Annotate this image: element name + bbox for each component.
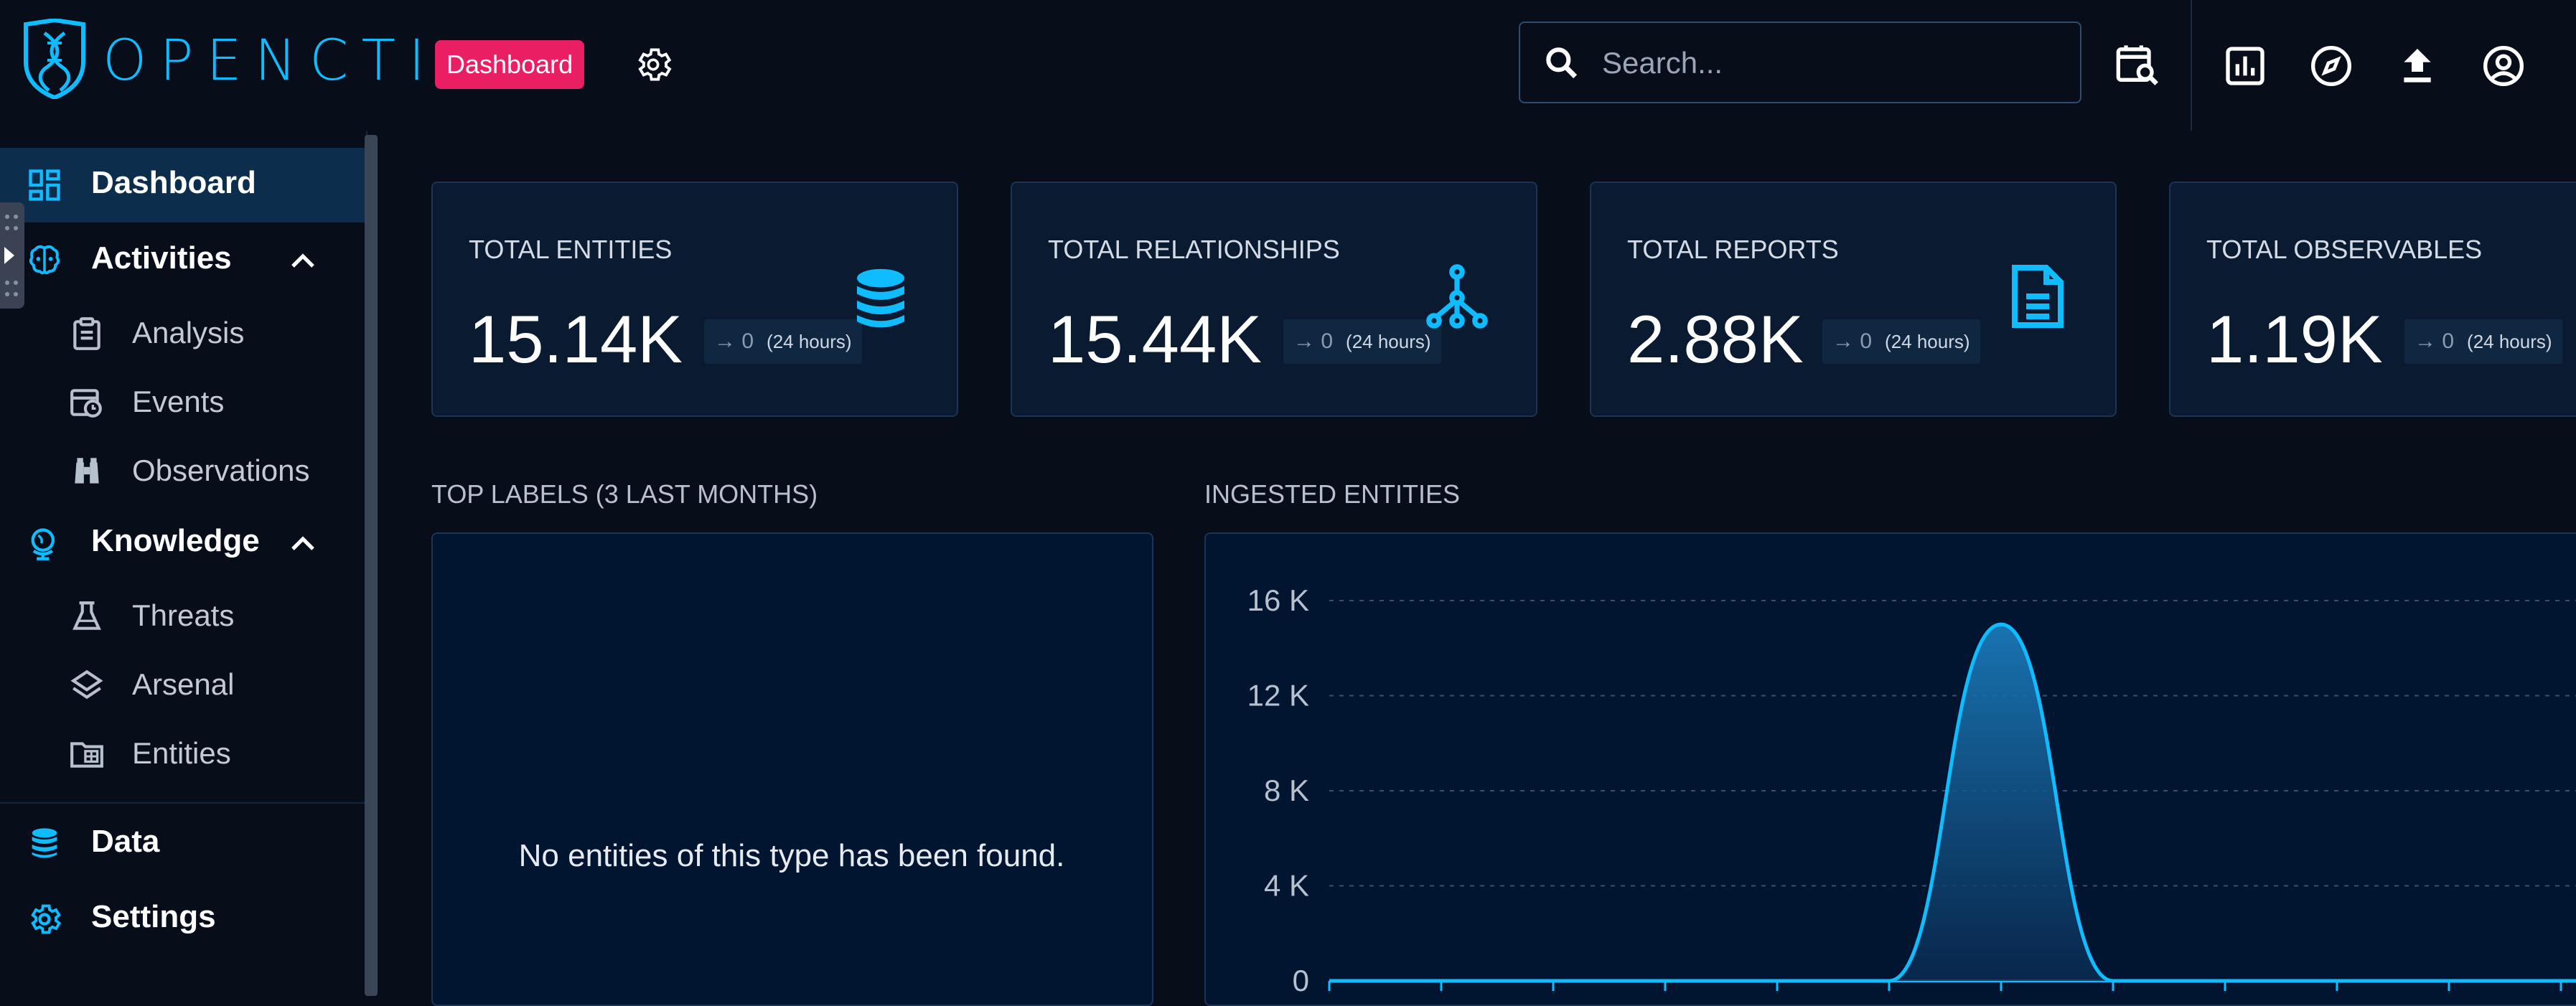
top-labels-title: TOP LABELS (3 LAST MONTHS)	[431, 479, 818, 509]
globe-icon	[26, 525, 63, 562]
card-delta: → 0 (24 hours)	[1822, 319, 1980, 364]
card-value: 1.19K	[2206, 301, 2383, 377]
sidebar-item-arsenal[interactable]: Arsenal	[0, 650, 365, 719]
account-icon[interactable]	[2481, 43, 2526, 89]
chevron-up-icon[interactable]	[286, 527, 320, 562]
sidebar-item-label: Settings	[91, 899, 216, 934]
binoculars-icon	[69, 453, 105, 489]
dashboard-icon	[26, 166, 63, 204]
sidebar-item-label: Analysis	[132, 316, 245, 349]
top-labels-panel	[431, 532, 1153, 1006]
sidebar-item-label: Entities	[132, 736, 231, 770]
ingested-entities-title: INGESTED ENTITIES	[1204, 479, 1461, 509]
sidebar-item-label: Events	[132, 385, 225, 418]
delta-value: 0	[741, 329, 754, 353]
sidebar-item-label: Knowledge	[91, 523, 260, 558]
cog-icon	[26, 901, 63, 938]
sidebar-item-observations[interactable]: Observations	[0, 436, 365, 505]
series-area	[1329, 624, 2576, 981]
card-title: TOTAL ENTITIES	[469, 235, 673, 264]
sidebar-item-settings[interactable]: Settings	[0, 882, 365, 956]
y-tick-label: 0	[1293, 964, 1309, 996]
clipboard-icon	[69, 316, 105, 352]
app-name: OPENCTI	[103, 29, 439, 93]
settings-icon[interactable]	[632, 44, 674, 85]
layers-icon	[69, 667, 105, 703]
card-delta: → 0 (24 hours)	[1283, 319, 1441, 364]
search-input[interactable]	[1601, 37, 2063, 89]
file-document-icon	[2008, 262, 2068, 331]
y-tick-label: 16 K	[1247, 583, 1309, 617]
flask-icon	[69, 598, 105, 634]
y-tick-label: 8 K	[1264, 774, 1309, 807]
ingested-entities-chart: 16 K 12 K 8 K 4 K 0	[1247, 583, 2576, 996]
delta-period: (24 hours)	[767, 331, 852, 352]
y-tick-label: 4 K	[1264, 869, 1309, 903]
graph-outline-icon	[1423, 263, 1491, 332]
delta-value: 0	[2442, 329, 2455, 353]
compass-icon[interactable]	[2308, 43, 2354, 89]
app-logo[interactable]	[20, 19, 89, 99]
card-value: 15.44K	[1048, 301, 1262, 377]
chevron-up-icon[interactable]	[286, 245, 320, 279]
calendar-search-icon[interactable]	[2114, 42, 2160, 88]
delta-value: 0	[1860, 329, 1873, 353]
sidebar-item-label: Arsenal	[132, 667, 235, 701]
sidebar-item-label: Data	[91, 824, 160, 859]
page-badge: Dashboard	[435, 40, 585, 89]
card-title: TOTAL REPORTS	[1627, 235, 1839, 264]
card-value: 15.14K	[469, 301, 683, 377]
sidebar-item-label: Activities	[91, 240, 232, 276]
sidebar-divider	[0, 802, 365, 804]
card-title: TOTAL OBSERVABLES	[2206, 235, 2483, 264]
card-delta: → 0 (24 hours)	[704, 319, 862, 364]
card-title: TOTAL RELATIONSHIPS	[1048, 235, 1340, 264]
card-value: 2.88K	[1627, 301, 1804, 377]
sidebar-item-threats[interactable]: Threats	[0, 581, 365, 650]
sidebar-scrollbar[interactable]	[365, 135, 378, 996]
toolbar-divider	[2191, 0, 2192, 131]
brain-icon	[26, 242, 63, 279]
delta-value: 0	[1321, 329, 1334, 353]
sidebar-item-activities[interactable]: Activities	[0, 223, 365, 298]
sidebar-item-label: Dashboard	[91, 165, 256, 200]
chart-box-icon[interactable]	[2222, 43, 2268, 89]
empty-state-message: No entities of this type has been found.	[518, 838, 1065, 873]
delta-period: (24 hours)	[1346, 331, 1431, 352]
delta-period: (24 hours)	[1885, 331, 1970, 352]
card-total-entities: TOTAL ENTITIES 15.14K → 0 (24 hours)	[431, 182, 958, 417]
card-delta: → 0 (24 hours)	[2404, 319, 2562, 364]
database-icon	[26, 825, 63, 862]
y-tick-label: 12 K	[1247, 679, 1309, 713]
calendar-clock-icon	[69, 385, 105, 420]
sidebar-item-knowledge[interactable]: Knowledge	[0, 506, 365, 580]
search-icon	[1542, 43, 1582, 83]
sidebar-item-dashboard[interactable]: Dashboard	[0, 148, 365, 222]
delta-period: (24 hours)	[2467, 331, 2552, 352]
search-box	[1519, 22, 2081, 103]
sidebar-item-analysis[interactable]: Analysis	[0, 298, 365, 367]
card-total-relationships: TOTAL RELATIONSHIPS 15.44K → 0 (24 hours)	[1011, 182, 1537, 417]
sidebar-item-label: Observations	[132, 453, 310, 487]
card-total-reports: TOTAL REPORTS 2.88K → 0 (24 hours)	[1590, 182, 2117, 417]
sidebar-item-events[interactable]: Events	[0, 367, 365, 436]
card-total-observables: TOTAL OBSERVABLES 1.19K → 0 (24 hours)	[2169, 182, 2576, 417]
opencti-logo-icon	[24, 19, 85, 99]
sidebar-item-entities[interactable]: Entities	[0, 719, 365, 788]
database-icon	[849, 263, 912, 335]
upload-icon[interactable]	[2394, 43, 2440, 89]
folder-table-icon	[69, 736, 105, 772]
sidebar-item-label: Threats	[132, 598, 235, 632]
sidebar-item-data[interactable]: Data	[0, 807, 365, 881]
